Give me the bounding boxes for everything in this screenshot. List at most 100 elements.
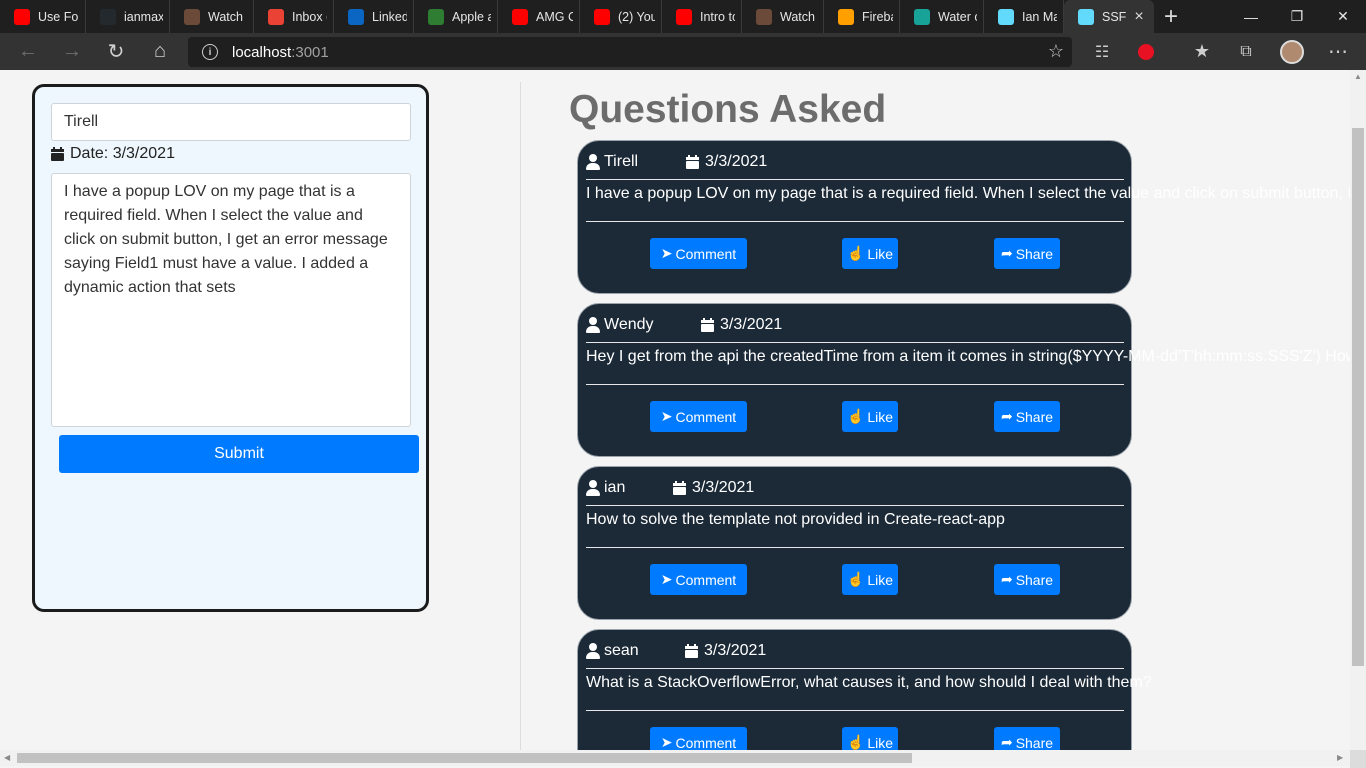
comment-label: Comment: [675, 408, 737, 425]
tab-strip: Use Fon ianmax Watch C Inbox (2 LinkedIn Appl…: [0, 0, 1366, 33]
browser-tab-label: ianmax: [124, 9, 163, 24]
user-icon: [586, 480, 600, 496]
browser-tab[interactable]: (2) YouT: [580, 0, 662, 33]
browser-tab[interactable]: Ian Mas: [984, 0, 1064, 33]
scroll-up-icon[interactable]: ▲: [1354, 72, 1362, 81]
comment-button[interactable]: ➤ Comment: [650, 238, 747, 269]
browser-tab[interactable]: Inbox (2: [254, 0, 334, 33]
divider: [586, 179, 1124, 180]
share-icon: ➦: [1000, 245, 1013, 261]
browser-tab[interactable]: AMG CL: [498, 0, 580, 33]
comment-button[interactable]: ➤ Comment: [650, 727, 747, 750]
scroll-left-icon[interactable]: ◀: [4, 753, 10, 762]
share-button[interactable]: ➦ Share: [994, 238, 1060, 269]
calendar-icon: [51, 147, 64, 161]
profile-avatar[interactable]: [1274, 33, 1310, 70]
close-window-button[interactable]: ✕: [1320, 0, 1366, 33]
youtube-icon: [676, 8, 692, 25]
restore-button[interactable]: ❐: [1274, 0, 1320, 33]
calendar-icon: [685, 644, 698, 658]
browser-tab[interactable]: Intro to: [662, 0, 742, 33]
question-date: 3/3/2021: [673, 477, 754, 499]
divider: [586, 505, 1124, 506]
browser-tab-label: SSF: [1102, 9, 1127, 24]
forward-icon[interactable]: →: [54, 33, 90, 70]
horizontal-scrollbar[interactable]: ◀ ▶: [0, 750, 1350, 766]
question-card: Tirell 3/3/2021 I have a popup LOV on my p…: [577, 140, 1350, 294]
vertical-scrollbar[interactable]: ▲: [1350, 70, 1366, 750]
question-textarea[interactable]: [51, 173, 411, 427]
browser-tab-label: Ian Mas: [1022, 9, 1057, 24]
collections-icon[interactable]: ⧉: [1228, 33, 1264, 70]
youtube-icon: [14, 8, 30, 25]
form-date-label: Date: 3/3/2021: [70, 145, 175, 162]
site-info-icon[interactable]: i: [202, 44, 218, 60]
vertical-scroll-thumb[interactable]: [1352, 128, 1364, 666]
page-icon: [428, 8, 444, 25]
browser-tab-label: Firebase: [862, 9, 893, 24]
more-menu-icon[interactable]: ⋯: [1320, 33, 1356, 70]
browser-tab-label: Water o: [938, 9, 977, 24]
back-icon[interactable]: ←: [10, 33, 46, 70]
comment-button[interactable]: ➤ Comment: [650, 401, 747, 432]
minimize-button[interactable]: —: [1228, 0, 1274, 33]
extensions-icon[interactable]: ☷: [1084, 33, 1120, 70]
like-label: Like: [867, 408, 894, 425]
form-date: Date: 3/3/2021: [51, 145, 175, 163]
submit-button[interactable]: Submit: [59, 435, 419, 473]
page-content: Date: 3/3/2021 Submit Questions Asked Ti…: [0, 70, 1350, 750]
question-date-label: 3/3/2021: [704, 642, 767, 659]
browser-tab[interactable]: Watch C: [170, 0, 254, 33]
browser-tab[interactable]: ianmax: [86, 0, 170, 33]
address-bar[interactable]: i localhost:3001 ☆: [188, 37, 1072, 67]
share-button[interactable]: ➦ Share: [994, 401, 1060, 432]
thumbs-up-icon: ☝: [846, 734, 865, 750]
like-button[interactable]: ☝ Like: [842, 401, 898, 432]
browser-tab-label: (2) YouT: [618, 9, 655, 24]
github-icon: [100, 8, 116, 25]
browser-tab[interactable]: Water o: [900, 0, 984, 33]
divider: [586, 384, 1124, 385]
question-text: I have a popup LOV on my page that is a …: [586, 185, 1350, 202]
name-input[interactable]: [51, 103, 411, 141]
question-author-name: Wendy: [604, 316, 654, 333]
browser-tab-label: Watch M: [780, 9, 817, 24]
question-card: Wendy 3/3/2021 Hey I get from the api the …: [577, 303, 1350, 457]
question-author-name: ian: [604, 479, 626, 496]
share-label: Share: [1015, 245, 1054, 262]
browser-tab[interactable]: Use Fon: [0, 0, 86, 33]
like-button[interactable]: ☝ Like: [842, 238, 898, 269]
question-date: 3/3/2021: [685, 640, 766, 662]
favorite-add-icon[interactable]: ☆: [1048, 41, 1064, 62]
page-title: Questions Asked: [569, 88, 887, 131]
user-icon: [586, 317, 600, 333]
home-icon[interactable]: ⌂: [142, 33, 178, 70]
calendar-icon: [701, 318, 714, 332]
browser-tab[interactable]: SSF ×: [1064, 0, 1154, 33]
thumbs-up-icon: ☝: [846, 571, 865, 587]
browser-tab[interactable]: Watch M: [742, 0, 824, 33]
comment-button[interactable]: ➤ Comment: [650, 564, 747, 595]
scroll-right-icon[interactable]: ▶: [1337, 753, 1343, 762]
adblock-icon[interactable]: [1128, 33, 1164, 70]
tab-close-icon[interactable]: ×: [1134, 8, 1143, 26]
gmail-icon: [268, 8, 284, 25]
share-button[interactable]: ➦ Share: [994, 564, 1060, 595]
like-button[interactable]: ☝ Like: [842, 564, 898, 595]
browser-tab[interactable]: Firebase: [824, 0, 900, 33]
new-tab-button[interactable]: +: [1154, 0, 1188, 33]
share-icon: ➦: [1000, 734, 1013, 750]
paper-plane-icon: ➤: [660, 571, 673, 587]
like-button[interactable]: ☝ Like: [842, 727, 898, 750]
url-host: localhost: [232, 43, 292, 61]
question-date-label: 3/3/2021: [720, 316, 783, 333]
question-text: How to solve the template not provided i…: [586, 511, 1005, 528]
browser-tab[interactable]: LinkedIn: [334, 0, 414, 33]
share-button[interactable]: ➦ Share: [994, 727, 1060, 750]
browser-toolbar: ← → ↻ ⌂ i localhost:3001 ☆ ☷ ★ ⧉ ⋯: [0, 33, 1366, 70]
refresh-icon[interactable]: ↻: [98, 33, 134, 70]
share-label: Share: [1015, 571, 1054, 588]
browser-tab[interactable]: Apple ar: [414, 0, 498, 33]
horizontal-scroll-thumb[interactable]: [17, 753, 912, 763]
favorites-icon[interactable]: ★: [1184, 33, 1220, 70]
